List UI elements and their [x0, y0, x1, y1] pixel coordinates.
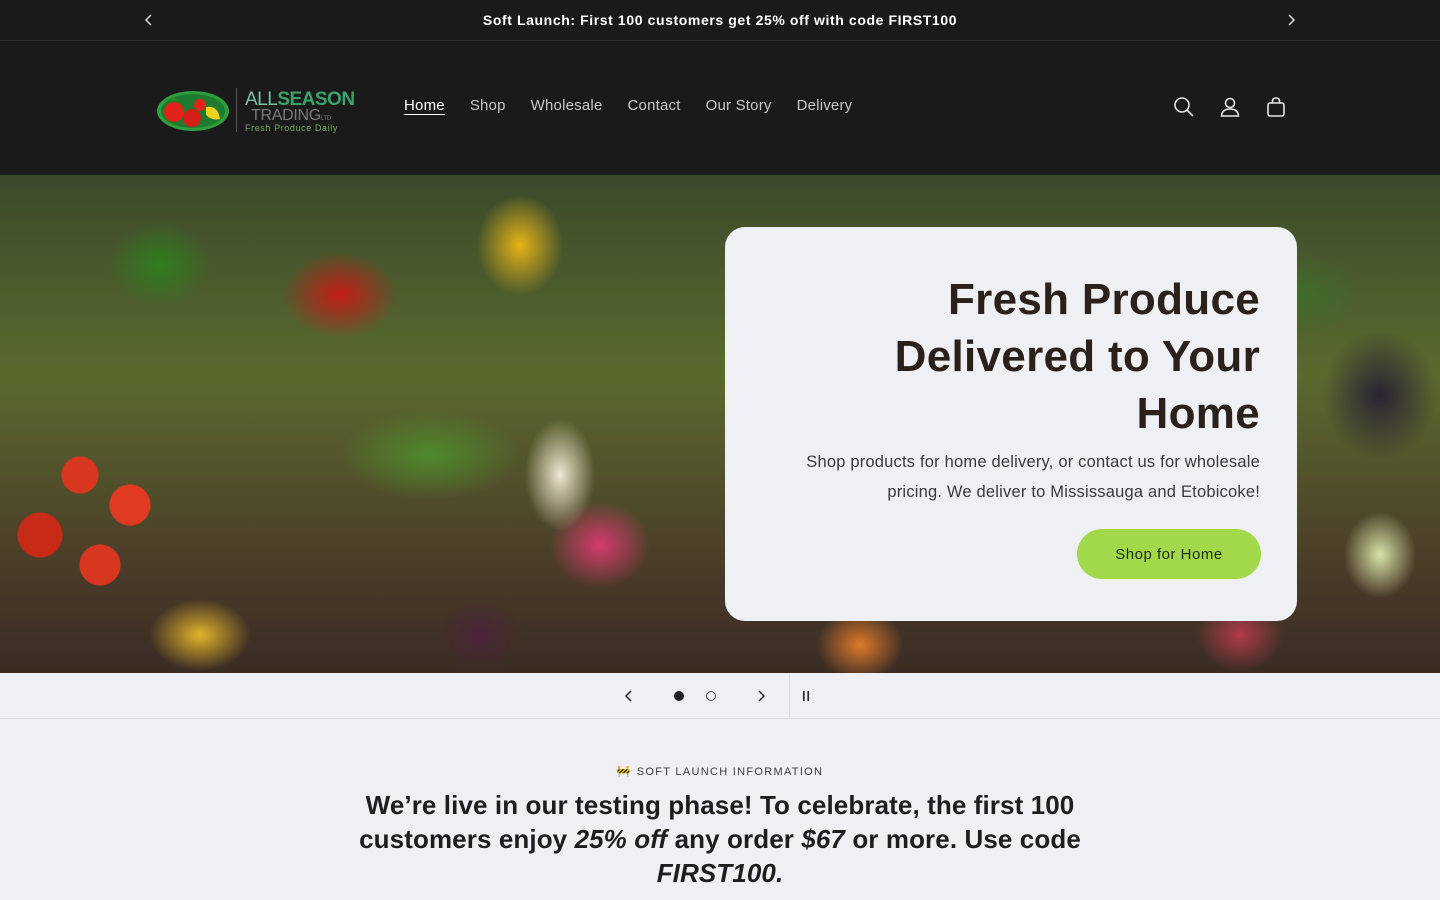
- hero-text: Shop products for home delivery, or cont…: [806, 453, 1260, 501]
- cart-icon: [1267, 97, 1285, 117]
- logo-word-trading: TRADING: [251, 107, 321, 124]
- slider-divider: [789, 673, 790, 719]
- hero-card: Fresh Produce Delivered to Your Home Sho…: [725, 227, 1297, 621]
- search-button[interactable]: [1172, 95, 1196, 119]
- minimum-order-emphasis: $67: [801, 824, 845, 854]
- slide-pause-button[interactable]: [795, 685, 817, 707]
- site-header: ALLSEASON TRADINGLTD Fresh Produce Daily…: [0, 41, 1440, 175]
- chevron-right-icon: [1288, 14, 1296, 26]
- info-heading: We’re live in our testing phase! To cele…: [330, 788, 1110, 890]
- chevron-left-icon: [624, 690, 632, 702]
- slide-dot-1[interactable]: [668, 685, 690, 707]
- announcement-message: Soft Launch: First 100 customers get 25%…: [482, 12, 958, 28]
- active-dot-icon: [674, 691, 684, 701]
- slide-prev-button[interactable]: [618, 685, 640, 707]
- nav-delivery[interactable]: Delivery: [797, 97, 853, 114]
- nav-wholesale[interactable]: Wholesale: [531, 97, 603, 114]
- shop-for-home-button[interactable]: Shop for Home: [1077, 529, 1261, 579]
- inactive-dot-icon: [706, 691, 716, 701]
- logo-suffix: LTD: [320, 116, 331, 122]
- info-text-part: or more. Use code: [845, 824, 1081, 854]
- main-nav: Home Shop Wholesale Contact Our Story De…: [404, 97, 877, 114]
- search-icon: [1174, 97, 1194, 117]
- produce-logo-icon: [157, 91, 229, 131]
- nav-contact[interactable]: Contact: [628, 97, 681, 114]
- info-subtitle-text: SOFT LAUNCH INFORMATION: [636, 766, 824, 778]
- pause-icon: [803, 691, 809, 701]
- info-text-part: any order: [667, 824, 802, 854]
- announcement-bar: Soft Launch: First 100 customers get 25%…: [0, 0, 1440, 41]
- logo-divider: [236, 88, 237, 132]
- construction-icon: 🚧: [616, 766, 632, 778]
- slide-dot-2[interactable]: [700, 685, 722, 707]
- account-button[interactable]: [1218, 95, 1242, 119]
- hero-title: Fresh Produce Delivered to Your Home: [894, 275, 1260, 438]
- slider-controls: [0, 673, 1440, 719]
- promo-code-emphasis: FIRST100.: [656, 858, 784, 888]
- nav-our-story[interactable]: Our Story: [706, 97, 772, 114]
- hero-banner: Fresh Produce Delivered to Your Home Sho…: [0, 175, 1440, 673]
- info-subtitle: 🚧 SOFT LAUNCH INFORMATION: [0, 765, 1440, 778]
- nav-home[interactable]: Home: [404, 97, 445, 114]
- announcement-next-button[interactable]: [1281, 10, 1301, 30]
- chevron-right-icon: [758, 690, 766, 702]
- header-icons: [1172, 95, 1288, 119]
- logo-tagline: Fresh Produce Daily: [245, 123, 338, 133]
- account-icon: [1220, 97, 1240, 117]
- slide-next-button[interactable]: [750, 685, 772, 707]
- site-logo[interactable]: ALLSEASON TRADINGLTD Fresh Produce Daily: [154, 85, 355, 137]
- cart-button[interactable]: [1264, 95, 1288, 119]
- discount-emphasis: 25% off: [574, 824, 668, 854]
- nav-shop[interactable]: Shop: [470, 97, 506, 114]
